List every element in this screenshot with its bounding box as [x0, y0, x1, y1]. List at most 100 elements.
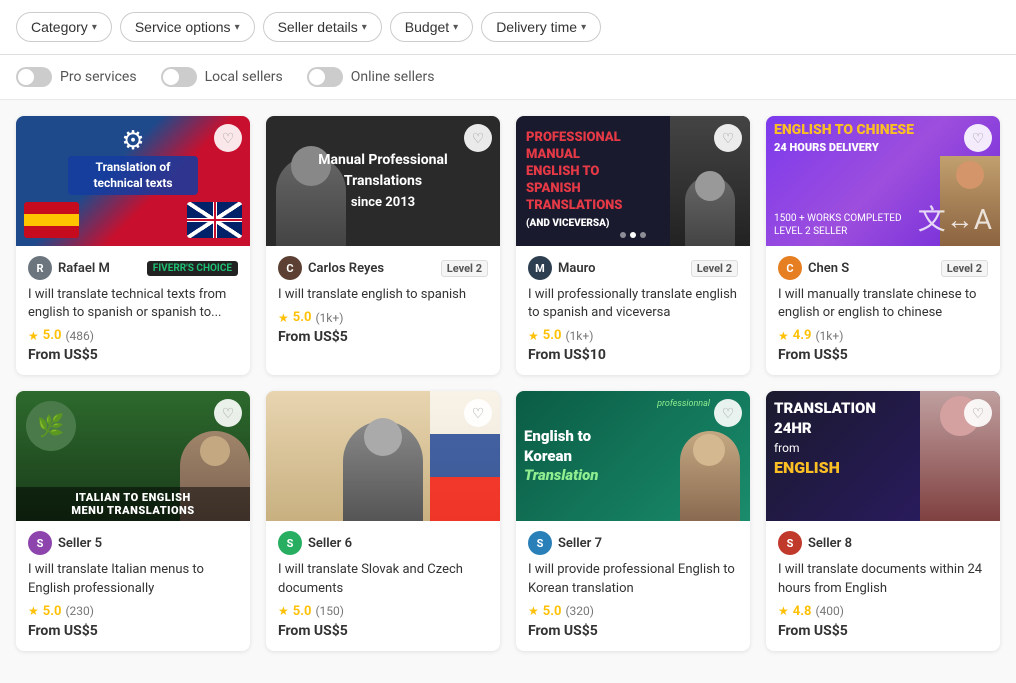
price-8: From US$5	[778, 623, 988, 639]
rating-count-6: (150)	[315, 604, 344, 618]
rating-count-8: (400)	[815, 604, 844, 618]
card-image-korean: English toKoreanTranslation professionna…	[516, 391, 750, 521]
card-body-7: S Seller 7 I will provide professional E…	[516, 521, 750, 650]
avatar-3: M	[528, 256, 552, 280]
seller-info-2: C Carlos Reyes	[278, 256, 384, 280]
card-korean[interactable]: English toKoreanTranslation professionna…	[516, 391, 750, 650]
seller-name-7: Seller 7	[558, 536, 602, 551]
price-6: From US$5	[278, 623, 488, 639]
local-sellers-toggle-item: Local sellers	[161, 67, 283, 87]
card-image-24hr: TRANSLATION24HRfromENGLISH ♡	[766, 391, 1000, 521]
card-dots-3	[620, 232, 646, 238]
card-image-italian: 🌿 ITALIAN TO ENGLISHMENU TRANSLATIONS ♡	[16, 391, 250, 521]
budget-chevron: ▾	[453, 22, 458, 33]
wishlist-btn-1[interactable]: ♡	[214, 124, 242, 152]
rating-count-1: (486)	[65, 329, 94, 343]
star-icon-6: ★	[278, 604, 289, 618]
rating-row-7: ★ 5.0 (320)	[528, 604, 738, 619]
seller-name-3: Mauro	[558, 261, 595, 276]
service-options-label: Service options	[135, 19, 231, 35]
pro-services-toggle-item: Pro services	[16, 67, 137, 87]
star-icon-7: ★	[528, 604, 539, 618]
local-sellers-label: Local sellers	[205, 69, 283, 85]
rating-row-3: ★ 5.0 (1k+)	[528, 328, 738, 343]
rating-row-6: ★ 5.0 (150)	[278, 604, 488, 619]
seller-info-8: S Seller 8	[778, 531, 852, 555]
card-italian[interactable]: 🌿 ITALIAN TO ENGLISHMENU TRANSLATIONS ♡ …	[16, 391, 250, 650]
rating-val-6: 5.0	[293, 604, 312, 619]
star-icon-3: ★	[528, 329, 539, 343]
rating-count-4: (1k+)	[815, 329, 843, 343]
star-icon-8: ★	[778, 604, 789, 618]
card-image-slovak: ♡	[266, 391, 500, 521]
online-sellers-toggle-item: Online sellers	[307, 67, 435, 87]
price-2: From US$5	[278, 329, 488, 345]
card-desc-6: I will translate Slovak and Czech docume…	[278, 561, 488, 597]
rating-val-5: 5.0	[43, 604, 62, 619]
cards-row-1: ⚙ Translation oftechnical texts	[16, 116, 1000, 375]
card-technical[interactable]: ⚙ Translation oftechnical texts	[16, 116, 250, 375]
seller-row-5: S Seller 5	[28, 531, 238, 555]
category-label: Category	[31, 19, 88, 35]
local-sellers-toggle[interactable]	[161, 67, 197, 87]
star-icon-5: ★	[28, 604, 39, 618]
seller-row-6: S Seller 6	[278, 531, 488, 555]
card-body-1: R Rafael M FIVERR'S CHOICE I will transl…	[16, 246, 250, 375]
card-body-4: C Chen S Level 2 I will manually transla…	[766, 246, 1000, 375]
card-slovak[interactable]: ♡ S Seller 6 I will translate Slovak and…	[266, 391, 500, 650]
rating-count-7: (320)	[565, 604, 594, 618]
dot-1	[620, 232, 626, 238]
seller-info-1: R Rafael M	[28, 256, 110, 280]
card-manual[interactable]: Manual ProfessionalTranslationssince 201…	[266, 116, 500, 375]
rating-val-1: 5.0	[43, 328, 62, 343]
rating-count-3: (1k+)	[565, 329, 593, 343]
card-body-6: S Seller 6 I will translate Slovak and C…	[266, 521, 500, 650]
seller-info-7: S Seller 7	[528, 531, 602, 555]
pro-services-label: Pro services	[60, 69, 137, 85]
rating-row-1: ★ 5.0 (486)	[28, 328, 238, 343]
budget-filter[interactable]: Budget ▾	[390, 12, 473, 42]
card-spanish[interactable]: PROFESSIONALMANUALENGLISH TOSPANISHTRANS…	[516, 116, 750, 375]
seller-name-6: Seller 6	[308, 536, 352, 551]
fiverrs-badge-1: FIVERR'S CHOICE	[147, 261, 238, 276]
rating-val-2: 5.0	[293, 310, 312, 325]
rating-count-2: (1k+)	[315, 311, 343, 325]
seller-info-3: M Mauro	[528, 256, 595, 280]
avatar-5: S	[28, 531, 52, 555]
card-chinese[interactable]: ENGLISH TO CHINESE24 HOURS DELIVERY 1500…	[766, 116, 1000, 375]
wishlist-btn-4[interactable]: ♡	[964, 124, 992, 152]
seller-row-4: C Chen S Level 2	[778, 256, 988, 280]
pro-services-toggle[interactable]	[16, 67, 52, 87]
wishlist-btn-3[interactable]: ♡	[714, 124, 742, 152]
rating-val-7: 5.0	[543, 604, 562, 619]
seller-row-8: S Seller 8	[778, 531, 988, 555]
card-desc-3: I will professionally translate english …	[528, 286, 738, 322]
card-24hr[interactable]: TRANSLATION24HRfromENGLISH ♡ S Seller 8 …	[766, 391, 1000, 650]
seller-details-label: Seller details	[278, 19, 358, 35]
wishlist-btn-2[interactable]: ♡	[464, 124, 492, 152]
card-desc-5: I will translate Italian menus to Englis…	[28, 561, 238, 597]
rating-row-8: ★ 4.8 (400)	[778, 604, 988, 619]
seller-info-4: C Chen S	[778, 256, 849, 280]
star-icon-2: ★	[278, 311, 289, 325]
price-1: From US$5	[28, 347, 238, 363]
seller-name-1: Rafael M	[58, 261, 110, 276]
price-7: From US$5	[528, 623, 738, 639]
local-sellers-knob	[163, 69, 179, 85]
category-filter[interactable]: Category ▾	[16, 12, 112, 42]
card-body-8: S Seller 8 I will translate documents wi…	[766, 521, 1000, 650]
service-options-filter[interactable]: Service options ▾	[120, 12, 255, 42]
price-3: From US$10	[528, 347, 738, 363]
seller-details-filter[interactable]: Seller details ▾	[263, 12, 382, 42]
online-sellers-toggle[interactable]	[307, 67, 343, 87]
star-icon-4: ★	[778, 329, 789, 343]
cards-section: ⚙ Translation oftechnical texts	[0, 100, 1016, 683]
rating-val-3: 5.0	[543, 328, 562, 343]
rating-row-4: ★ 4.9 (1k+)	[778, 328, 988, 343]
avatar-4: C	[778, 256, 802, 280]
dot-2	[630, 232, 636, 238]
card-desc-1: I will translate technical texts from en…	[28, 286, 238, 322]
card-body-3: M Mauro Level 2 I will professionally tr…	[516, 246, 750, 375]
delivery-time-filter[interactable]: Delivery time ▾	[481, 12, 601, 42]
seller-row-3: M Mauro Level 2	[528, 256, 738, 280]
